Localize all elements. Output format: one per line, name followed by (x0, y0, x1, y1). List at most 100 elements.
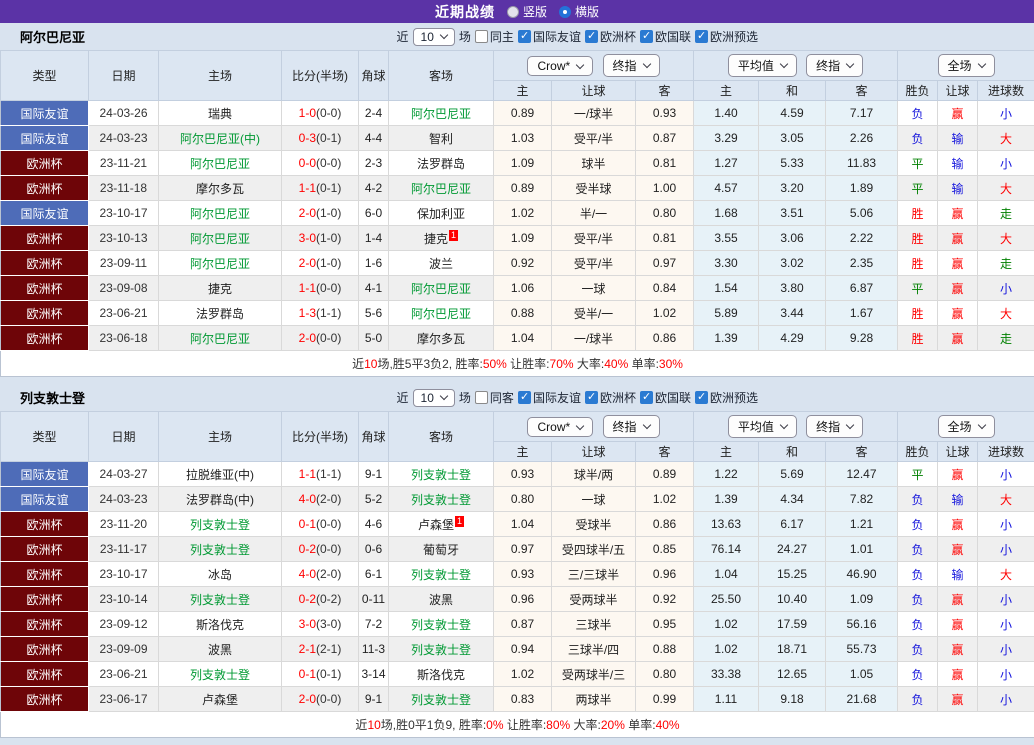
avg-away: 46.90 (826, 562, 898, 587)
final-odds-select[interactable]: 终指 (603, 415, 660, 438)
away-team: 列支敦士登 (389, 612, 494, 637)
summary-segment: 近 (352, 357, 364, 371)
fulltime-score: 3-0 (299, 617, 316, 631)
final-odds-select[interactable]: 终指 (603, 54, 660, 77)
bookmaker-select[interactable]: Crow* (527, 417, 593, 437)
layout-radio-horizontal[interactable]: 横版 (559, 3, 599, 20)
table-row: 欧洲杯23-10-17冰岛4-0(2-0)6-1列支敦士登0.93三/三球半0.… (1, 562, 1034, 587)
corner-count: 2-3 (359, 151, 389, 176)
match-date: 23-09-12 (89, 612, 159, 637)
match-date: 23-06-21 (89, 662, 159, 687)
result-group-header: 全场 (898, 412, 1034, 442)
league-filter-nations[interactable]: 欧国联 (640, 389, 691, 406)
section-header: 列支敦士登 近 10 场 同客 国际友谊 欧洲杯 欧国联 欧洲预选 (0, 384, 1034, 411)
average-select[interactable]: 平均值 (728, 54, 797, 77)
avg-away: 56.16 (826, 612, 898, 637)
avg-away: 11.83 (826, 151, 898, 176)
score-cell: 2-0(1-0) (282, 251, 359, 276)
odds-away: 0.80 (636, 662, 694, 687)
summary-segment: 单率: (628, 357, 659, 371)
titlebar: 近期战绩 竖版 横版 (0, 0, 1034, 23)
col-header-date: 日期 (89, 51, 159, 101)
avg-home: 3.55 (694, 226, 759, 251)
league-filter-friendly[interactable]: 国际友谊 (518, 389, 581, 406)
home-team: 阿尔巴尼亚 (159, 251, 282, 276)
match-date: 23-09-09 (89, 637, 159, 662)
league-filter-eurocup[interactable]: 欧洲杯 (585, 28, 636, 45)
match-count-select[interactable]: 10 (413, 28, 455, 46)
avg-away: 9.28 (826, 326, 898, 351)
layout-radio-vertical[interactable]: 竖版 (507, 3, 547, 20)
odds-away: 0.89 (636, 462, 694, 487)
odds-home: 0.88 (494, 301, 552, 326)
league-badge: 国际友谊 (1, 126, 89, 151)
league-filter-qualifier[interactable]: 欧洲预选 (695, 28, 758, 45)
same-home-checkbox[interactable]: 同主 (475, 28, 514, 45)
match-date: 23-10-17 (89, 201, 159, 226)
score-cell: 2-1(2-1) (282, 637, 359, 662)
team-section-albania: 阿尔巴尼亚 近 10 场 同主 国际友谊 欧洲杯 欧国联 欧洲预选 类型 (0, 23, 1034, 377)
scope-select[interactable]: 全场 (938, 415, 995, 438)
checkbox-checked-icon (585, 30, 598, 43)
result-handicap: 输 (938, 562, 978, 587)
league-badge: 欧洲杯 (1, 226, 89, 251)
avg-away: 1.67 (826, 301, 898, 326)
corner-count: 1-4 (359, 226, 389, 251)
sub-header-goals: 进球数 (978, 442, 1034, 462)
league-filter-eurocup[interactable]: 欧洲杯 (585, 389, 636, 406)
table-row: 欧洲杯23-11-20列支敦士登0-1(0-0)4-6卢森堡11.04受球半0.… (1, 512, 1034, 537)
scope-select[interactable]: 全场 (938, 54, 995, 77)
league-filter-nations[interactable]: 欧国联 (640, 28, 691, 45)
halftime-score: (2-0) (316, 492, 341, 506)
bookmaker-select[interactable]: Crow* (527, 56, 593, 76)
corner-count: 6-0 (359, 201, 389, 226)
score-cell: 2-0(0-0) (282, 326, 359, 351)
match-date: 23-11-17 (89, 537, 159, 562)
final-odds-select[interactable]: 终指 (806, 54, 863, 77)
odds-away: 0.80 (636, 201, 694, 226)
result-wdl: 胜 (898, 301, 938, 326)
red-card-badge: 1 (455, 516, 464, 527)
result-wdl: 平 (898, 276, 938, 301)
result-wdl: 胜 (898, 251, 938, 276)
avg-away: 1.05 (826, 662, 898, 687)
filter-bar: 近 10 场 同客 国际友谊 欧洲杯 欧国联 欧洲预选 (397, 389, 758, 407)
corner-count: 2-4 (359, 101, 389, 126)
match-count-select[interactable]: 10 (413, 389, 455, 407)
avg-draw: 12.65 (759, 662, 826, 687)
fulltime-score: 0-2 (299, 542, 316, 556)
halftime-score: (3-0) (316, 617, 341, 631)
fulltime-score: 1-0 (299, 106, 316, 120)
score-cell: 3-0(1-0) (282, 226, 359, 251)
sub-header-handicap: 让球 (552, 442, 636, 462)
score-cell: 0-1(0-0) (282, 512, 359, 537)
team-section-liechtenstein: 列支敦士登 近 10 场 同客 国际友谊 欧洲杯 欧国联 欧洲预选 类型 (0, 384, 1034, 738)
final-odds-select[interactable]: 终指 (806, 415, 863, 438)
odds-away: 0.93 (636, 101, 694, 126)
result-handicap: 赢 (938, 612, 978, 637)
radio-selected-icon (559, 6, 571, 18)
avg-draw: 4.34 (759, 487, 826, 512)
score-cell: 4-0(2-0) (282, 487, 359, 512)
league-filter-friendly[interactable]: 国际友谊 (518, 28, 581, 45)
match-date: 23-09-08 (89, 276, 159, 301)
odds-home: 1.02 (494, 662, 552, 687)
result-handicap: 赢 (938, 326, 978, 351)
avg-draw: 6.17 (759, 512, 826, 537)
same-away-checkbox[interactable]: 同客 (475, 389, 514, 406)
result-goals: 大 (978, 562, 1034, 587)
summary-segment: 场,胜5平3负2, 胜率: (377, 357, 482, 371)
odds-handicap: 受两球半 (552, 587, 636, 612)
table-row: 欧洲杯23-09-09波黑2-1(2-1)11-3列支敦士登0.94三球半/四0… (1, 637, 1034, 662)
away-team: 波兰 (389, 251, 494, 276)
odds-away: 0.87 (636, 126, 694, 151)
odds-home: 0.92 (494, 251, 552, 276)
avg-away: 21.68 (826, 687, 898, 712)
match-date: 23-06-17 (89, 687, 159, 712)
league-filter-qualifier[interactable]: 欧洲预选 (695, 389, 758, 406)
col-header-corner: 角球 (359, 412, 389, 462)
result-goals: 小 (978, 637, 1034, 662)
halftime-score: (0-0) (316, 692, 341, 706)
average-select[interactable]: 平均值 (728, 415, 797, 438)
home-team: 阿尔巴尼亚 (159, 326, 282, 351)
